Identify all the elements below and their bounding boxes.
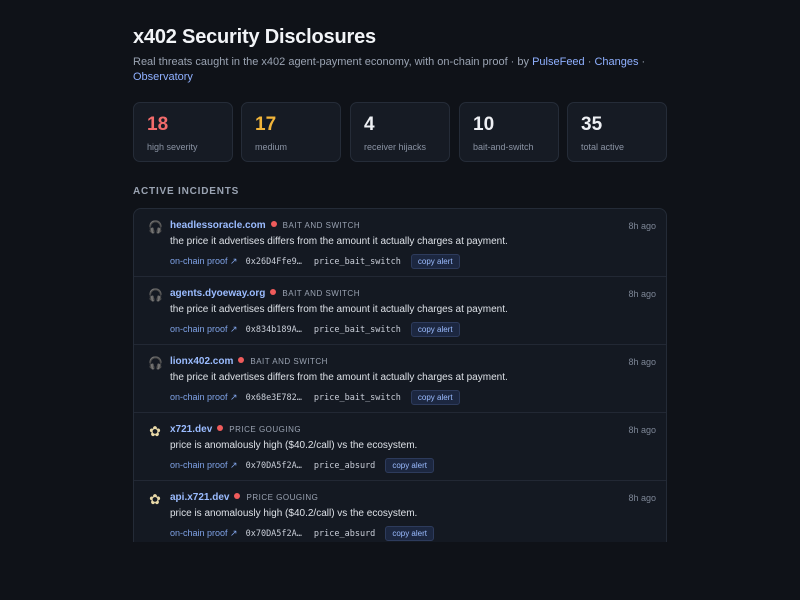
page-title: x402 Security Disclosures: [133, 26, 376, 48]
list-item: ✿ api.x721.dev PRICE GOUGING 8h ago price…: [134, 481, 666, 542]
stat-label: receiver hijacks: [364, 142, 427, 152]
incident-description: price is anomalously high ($40.2/call) v…: [170, 508, 418, 519]
rule-code: price_absurd: [313, 460, 376, 471]
observatory-link[interactable]: Observatory: [133, 71, 193, 83]
stat-value: 4: [364, 114, 375, 135]
oracle-icon: 🎧: [148, 288, 163, 302]
oracle-icon: 🎧: [148, 220, 163, 234]
changes-link[interactable]: Changes: [594, 56, 638, 68]
copy-alert-button[interactable]: copy alert: [410, 322, 460, 338]
stats-row: 18 high severity 17 medium 4 receiver hi…: [133, 102, 667, 162]
incident-tag: BAIT AND SWITCH: [250, 357, 328, 366]
flower-icon: ✿: [149, 491, 161, 507]
stat-value: 17: [255, 114, 277, 135]
incident-tag: BAIT AND SWITCH: [282, 289, 360, 298]
pulsefeed-link[interactable]: PulseFeed: [532, 56, 585, 68]
incident-domain[interactable]: lionx402.com: [170, 356, 233, 367]
copy-alert-button[interactable]: copy alert: [385, 458, 434, 474]
onchain-proof-link[interactable]: on-chain proof ↗: [170, 528, 238, 539]
incident-description: the price it advertises differs from the…: [170, 372, 508, 383]
rule-code: price_bait_switch: [313, 256, 401, 267]
onchain-proof-link[interactable]: on-chain proof ↗: [170, 324, 238, 335]
separator: ·: [584, 56, 595, 68]
stat-card-high-severity: 18 high severity: [133, 102, 233, 162]
incident-description: the price it advertises differs from the…: [170, 236, 508, 247]
incident-time: 8h ago: [628, 493, 656, 503]
subtitle-text: Real threats caught in the x402 agent-pa…: [133, 56, 533, 68]
page-subtitle: Real threats caught in the x402 agent-pa…: [133, 55, 653, 85]
incident-header: x721.dev PRICE GOUGING: [170, 424, 301, 435]
incident-tag: PRICE GOUGING: [229, 425, 302, 434]
list-item: 🎧 headlessoracle.com BAIT AND SWITCH 8h a…: [134, 209, 666, 277]
severity-dot: [234, 493, 241, 499]
incident-time: 8h ago: [628, 221, 656, 231]
incident-description: the price it advertises differs from the…: [170, 304, 508, 315]
incident-meta: on-chain proof ↗ 0x834b189A… price_bait_sw…: [170, 321, 460, 338]
copy-alert-button[interactable]: copy alert: [410, 390, 460, 406]
incident-domain[interactable]: api.x721.dev: [170, 492, 229, 503]
onchain-proof-link[interactable]: on-chain proof ↗: [170, 392, 238, 403]
separator: ·: [638, 56, 646, 68]
rule-code: price_bait_switch: [313, 324, 401, 335]
onchain-proof-link[interactable]: on-chain proof ↗: [170, 256, 238, 267]
incident-header: lionx402.com BAIT AND SWITCH: [170, 356, 328, 367]
severity-dot: [270, 221, 277, 227]
incident-meta: on-chain proof ↗ 0x70DA5f2A… price_absurd c…: [170, 525, 434, 542]
severity-dot: [270, 289, 277, 295]
severity-dot: [217, 425, 224, 431]
incident-time: 8h ago: [628, 357, 656, 367]
severity-dot: [238, 357, 245, 363]
incident-time: 8h ago: [628, 425, 656, 435]
copy-alert-button[interactable]: copy alert: [410, 254, 460, 270]
incidents-list: 🎧 headlessoracle.com BAIT AND SWITCH 8h a…: [133, 208, 667, 542]
stat-card-bait-and-switch: 10 bait-and-switch: [459, 102, 559, 162]
incident-tag: BAIT AND SWITCH: [282, 221, 361, 230]
stat-label: medium: [255, 142, 288, 152]
stat-value: 10: [473, 114, 495, 135]
incident-header: api.x721.dev PRICE GOUGING: [170, 492, 318, 503]
incident-domain[interactable]: x721.dev: [170, 424, 212, 435]
incident-header: agents.dyoeway.org BAIT AND SWITCH: [170, 288, 360, 299]
list-item: 🎧 lionx402.com BAIT AND SWITCH 8h ago the…: [134, 345, 666, 413]
stat-card-medium: 17 medium: [241, 102, 341, 162]
stat-value: 35: [581, 114, 603, 135]
copy-alert-button[interactable]: copy alert: [385, 526, 434, 542]
stat-card-total-active: 35 total active: [567, 102, 667, 162]
incident-meta: on-chain proof ↗ 0x70DA5f2A… price_absurd c…: [170, 457, 434, 474]
incident-header: headlessoracle.com BAIT AND SWITCH: [170, 220, 360, 231]
incident-description: price is anomalously high ($40.2/call) v…: [170, 440, 418, 451]
rule-code: price_absurd: [313, 528, 376, 539]
stat-label: bait-and-switch: [473, 142, 534, 152]
incident-meta: on-chain proof ↗ 0x26D4Ffe9… price_bait_sw…: [170, 253, 460, 270]
onchain-proof-link[interactable]: on-chain proof ↗: [170, 460, 238, 471]
stat-label: total active: [581, 142, 625, 152]
tx-hash: 0x26D4Ffe9…: [245, 256, 302, 267]
list-item: 🎧 agents.dyoeway.org BAIT AND SWITCH 8h a…: [134, 277, 666, 345]
tx-hash: 0x834b189A…: [245, 324, 302, 335]
tx-hash: 0x70DA5f2A…: [245, 460, 302, 471]
stat-value: 18: [147, 114, 169, 135]
list-item: ✿ x721.dev PRICE GOUGING 8h ago price is …: [134, 413, 666, 481]
section-title: ACTIVE INCIDENTS: [133, 186, 240, 197]
stat-card-receiver-hijacks: 4 receiver hijacks: [350, 102, 450, 162]
rule-code: price_bait_switch: [313, 392, 401, 403]
incident-meta: on-chain proof ↗ 0x68e3E782… price_bait_sw…: [170, 389, 460, 406]
incident-time: 8h ago: [628, 289, 656, 299]
flower-icon: ✿: [149, 423, 161, 439]
incident-tag: PRICE GOUGING: [246, 493, 319, 502]
oracle-icon: 🎧: [148, 356, 163, 370]
stat-label: high severity: [147, 142, 198, 152]
tx-hash: 0x68e3E782…: [245, 392, 302, 403]
incident-domain[interactable]: agents.dyoeway.org: [170, 288, 265, 299]
incident-domain[interactable]: headlessoracle.com: [170, 220, 266, 231]
tx-hash: 0x70DA5f2A…: [245, 528, 302, 539]
